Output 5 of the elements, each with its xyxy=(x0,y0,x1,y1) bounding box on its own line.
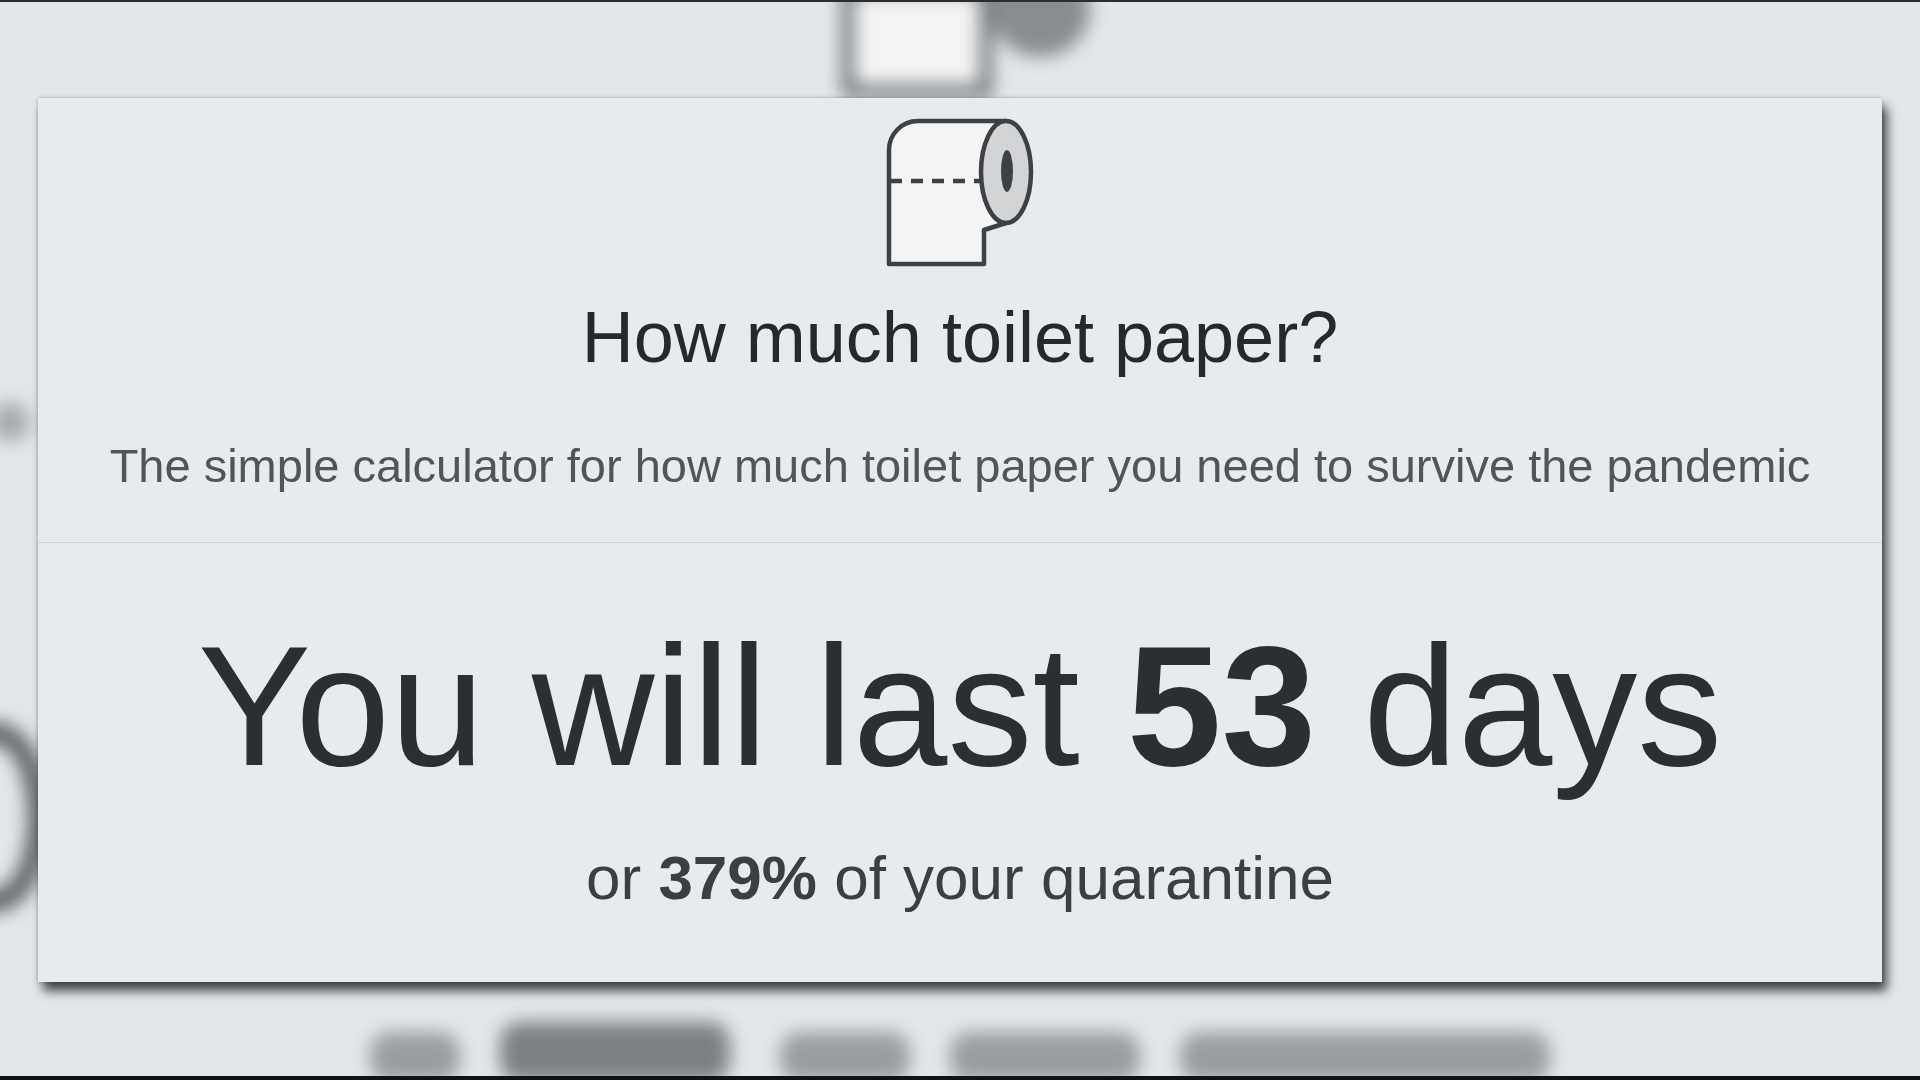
toilet-paper-roll-icon xyxy=(886,118,1034,268)
result-headline: You will last 53 days xyxy=(197,609,1723,803)
page-subtitle: The simple calculator for how much toilet paper you need to survive the pandemic xyxy=(109,438,1811,495)
result-detail: or 379% of your quarantine xyxy=(586,841,1334,914)
page-title: How much toilet paper? xyxy=(581,296,1339,379)
